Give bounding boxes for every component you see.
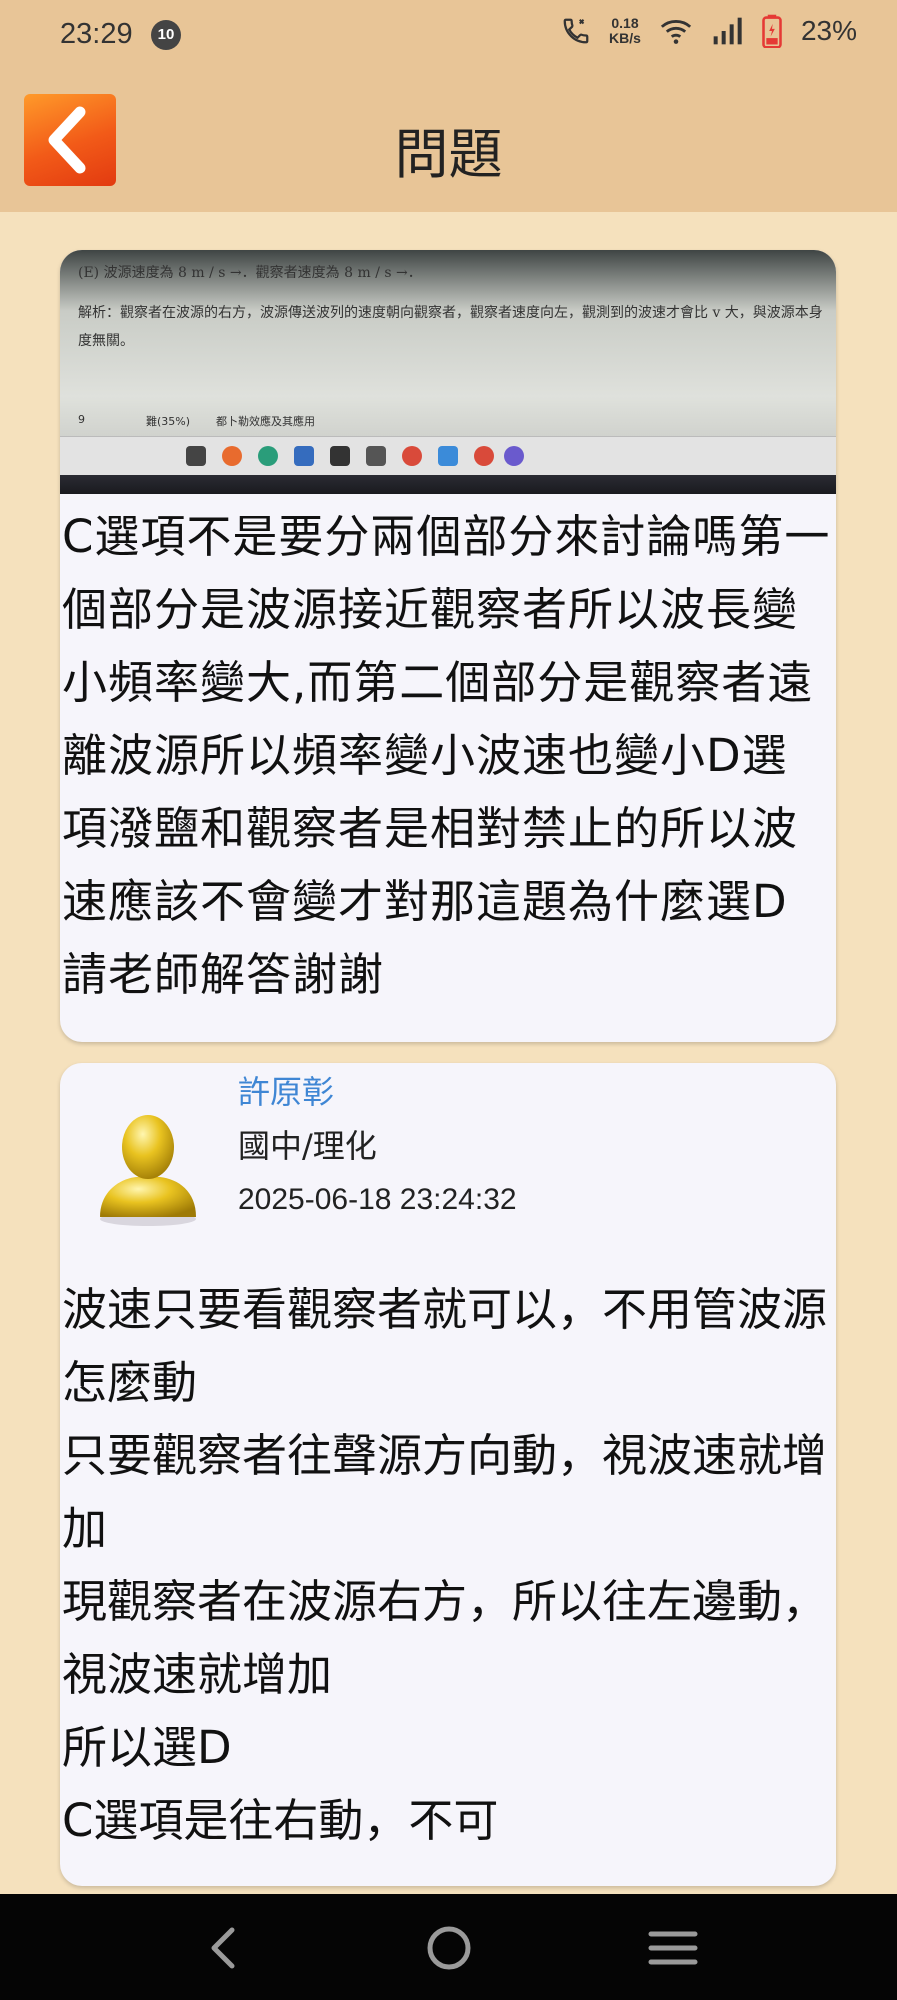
wifi-icon [660,20,692,44]
question-photo[interactable]: (E) 波源速度為 8 m / s →．觀察者速度為 8 m / s →． 解析… [60,250,836,494]
photo-footer-left: 9 [78,413,85,426]
photo-text-line: 度無關。 [78,333,134,349]
question-text: C選項不是要分兩個部分來討論嗎第一個部分是波源接近觀察者所以波長變小頻率變大,而… [62,510,831,1001]
nav-recents-icon [648,1931,698,1965]
system-nav-bar [0,1894,897,2000]
battery-icon [762,14,782,48]
nav-back-icon [211,1927,235,1969]
call-icon [563,18,589,44]
notification-badge: 10 [151,20,181,50]
taskbar-app-icon [504,446,524,466]
status-time: 23:29 [60,18,133,50]
nav-recents-button[interactable] [643,1922,703,1974]
taskbar-app-icon [258,446,278,466]
taskbar-app-icon [222,446,242,466]
taskbar-app-icon [366,446,386,466]
taskbar-app-icon [186,446,206,466]
taskbar-app-icon [330,446,350,466]
net-speed: 0.18 KB/s [609,15,641,46]
app-header: 問題 [0,72,897,212]
photo-text-line: (E) 波源速度為 8 m / s →．觀察者速度為 8 m / s →． [78,265,422,281]
teacher-name[interactable]: 許原彰 [238,1067,334,1113]
user-avatar-icon [100,1115,196,1226]
nav-home-button[interactable] [419,1922,479,1974]
taskbar-app-icon [438,446,458,466]
teacher-subject: 國中/理化 [238,1127,377,1165]
photo-footer-mid: 難(35%) [146,415,191,428]
answer-timestamp: 2025-06-18 23:24:32 [238,1183,517,1216]
status-icons: 0.18 KB/s 23% [561,14,857,48]
page-title: 問題 [394,123,503,186]
taskbar-app-icon [402,446,422,466]
battery-percent: 23% [800,15,857,46]
taskbar-app-icon [294,446,314,466]
answer-text: 波速只要看觀察者就可以，不用管波源怎麼動 只要觀察者往聲源方向動，視波速就增加 … [62,1283,828,1847]
photo-footer-right: 都卜勒效應及其應用 [216,415,315,428]
answer-card: 許原彰 國中/理化 2025-06-18 23:24:32 波速只要看觀察者就可… [60,1063,836,1886]
photo-taskbar [60,436,836,475]
nav-home-icon [427,1926,471,1970]
signal-icon [713,17,742,45]
question-card: (E) 波源速度為 8 m / s →．觀察者速度為 8 m / s →． 解析… [60,250,836,1042]
nav-back-button[interactable] [194,1922,254,1974]
photo-text-line: 解析：觀察者在波源的右方，波源傳送波列的速度朝向觀察者，觀察者速度向左，觀測到的… [78,305,823,321]
status-bar: 23:29 10 0.18 KB/s 23% [0,0,897,72]
taskbar-app-icon [474,446,494,466]
